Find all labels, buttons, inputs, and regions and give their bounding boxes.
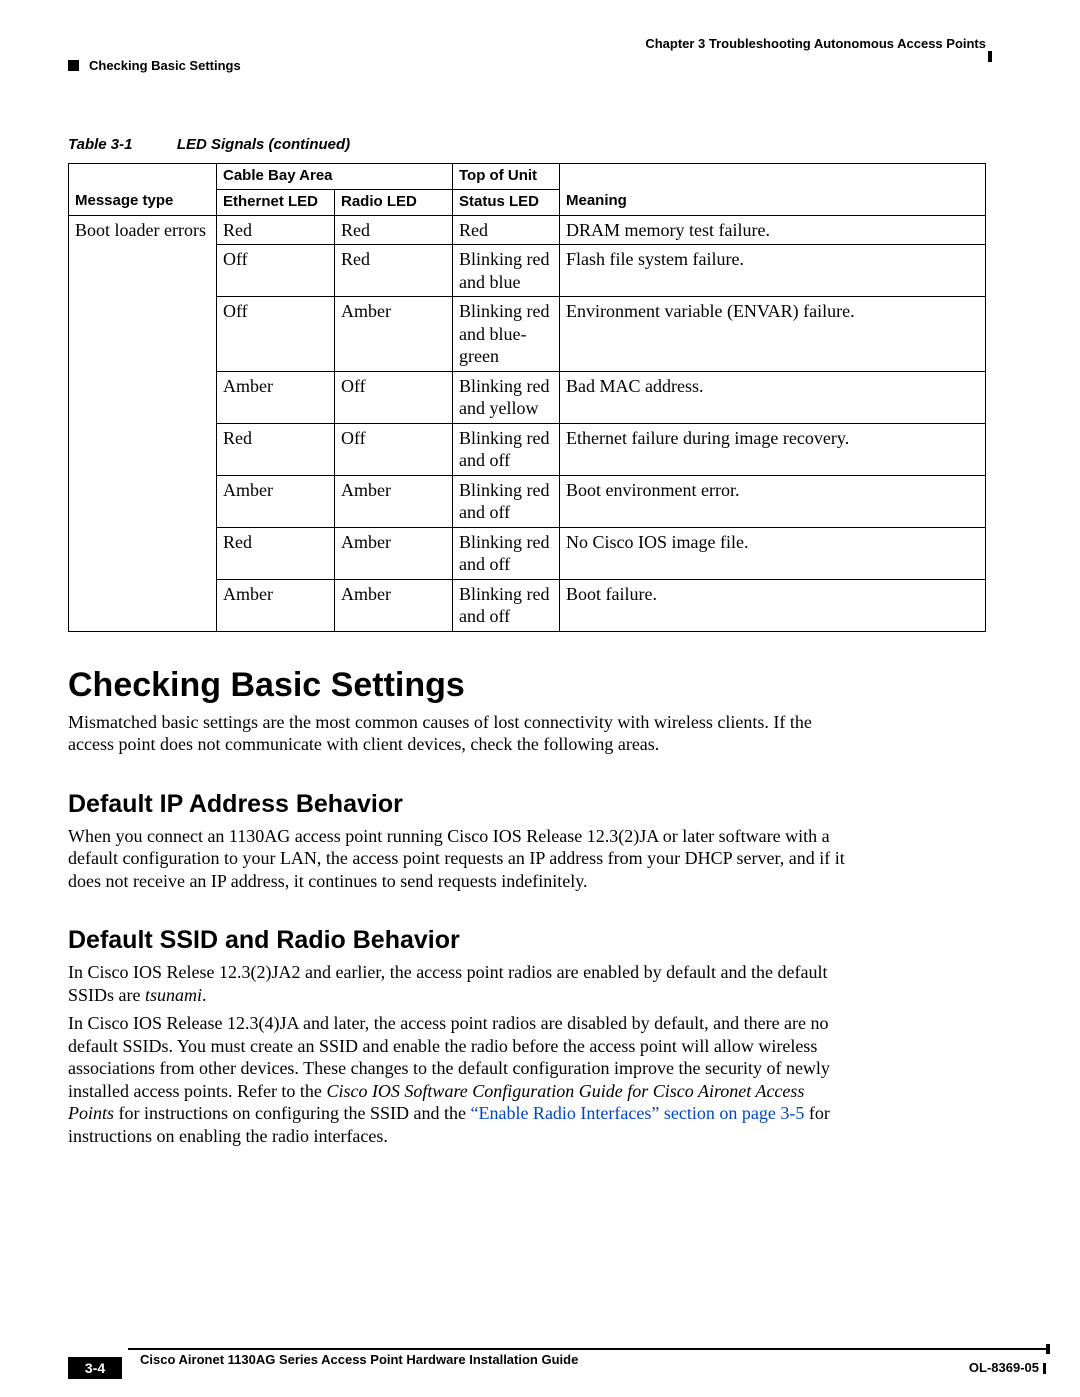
italic-tsunami: tsunami — [145, 985, 202, 1005]
link-enable-radio-interfaces[interactable]: “Enable Radio Interfaces” section on pag… — [470, 1103, 804, 1123]
cell: Amber — [335, 527, 453, 579]
cell: No Cisco IOS image file. — [560, 527, 986, 579]
cell: Blinking red and blue — [453, 245, 560, 297]
th-empty2 — [560, 164, 986, 190]
cell: Blinking red and yellow — [453, 371, 560, 423]
cell: Red — [217, 423, 335, 475]
cell: Off — [335, 423, 453, 475]
cell: Blinking red and off — [453, 527, 560, 579]
cell: Blinking red and off — [453, 579, 560, 631]
cell: Amber — [335, 579, 453, 631]
text: for instructions on configuring the SSID… — [114, 1103, 470, 1123]
intro-paragraph: Mismatched basic settings are the most c… — [68, 711, 854, 756]
th-group-top-unit: Top of Unit — [453, 164, 560, 190]
cell: Boot environment error. — [560, 475, 986, 527]
cell: Blinking red and blue-green — [453, 297, 560, 372]
ssid-paragraph-2: In Cisco IOS Release 12.3(4)JA and later… — [68, 1012, 854, 1147]
heading-default-ssid: Default SSID and Radio Behavior — [68, 926, 986, 955]
cell: Red — [217, 215, 335, 245]
cell: Red — [335, 215, 453, 245]
cell: Amber — [217, 579, 335, 631]
cell: Blinking red and off — [453, 423, 560, 475]
heading-default-ip: Default IP Address Behavior — [68, 790, 986, 819]
footer-tick-icon — [1043, 1363, 1046, 1374]
doc-number: OL-8369-05 — [969, 1360, 1046, 1375]
table-number: Table 3-1 — [68, 136, 132, 153]
cell: Environment variable (ENVAR) failure. — [560, 297, 986, 372]
cell: Red — [335, 245, 453, 297]
cell: Amber — [217, 475, 335, 527]
cell: Amber — [217, 371, 335, 423]
cell: Red — [217, 527, 335, 579]
cell: Boot failure. — [560, 579, 986, 631]
th-ethernet-led: Ethernet LED — [217, 189, 335, 215]
th-message-type: Message type — [69, 189, 217, 215]
cell: Off — [217, 297, 335, 372]
chapter-label: Chapter 3 Troubleshooting Autonomous Acc… — [645, 36, 986, 51]
cell: Amber — [335, 475, 453, 527]
page-number-box: 3-4 — [68, 1357, 122, 1379]
th-empty — [69, 164, 217, 190]
cell: Blinking red and off — [453, 475, 560, 527]
cell-message-type: Boot loader errors — [69, 215, 217, 631]
cell: DRAM memory test failure. — [560, 215, 986, 245]
cell: Flash file system failure. — [560, 245, 986, 297]
th-group-cable-bay: Cable Bay Area — [217, 164, 453, 190]
cell: Bad MAC address. — [560, 371, 986, 423]
section-label: Checking Basic Settings — [89, 58, 241, 73]
running-header: Chapter 3 Troubleshooting Autonomous Acc… — [68, 36, 986, 84]
th-radio-led: Radio LED — [335, 189, 453, 215]
table-title: LED Signals (continued) — [177, 136, 350, 153]
footer-doc-title: Cisco Aironet 1130AG Series Access Point… — [140, 1352, 1046, 1367]
ssid-paragraph-1: In Cisco IOS Relese 12.3(2)JA2 and earli… — [68, 961, 854, 1006]
square-bullet-icon — [68, 60, 79, 71]
cell: Ethernet failure during image recovery. — [560, 423, 986, 475]
cell: Amber — [335, 297, 453, 372]
table-caption: Table 3-1 LED Signals (continued) — [68, 136, 986, 153]
led-signals-table: Cable Bay Area Top of Unit Message type … — [68, 163, 986, 632]
cell: Off — [335, 371, 453, 423]
cell: Red — [453, 215, 560, 245]
text: . — [202, 985, 207, 1005]
header-rule-icon — [988, 51, 992, 62]
th-status-led: Status LED — [453, 189, 560, 215]
heading-checking-basic-settings: Checking Basic Settings — [68, 666, 986, 705]
page-footer: Cisco Aironet 1130AG Series Access Point… — [68, 1348, 1046, 1367]
footer-rule-icon — [128, 1348, 1046, 1350]
default-ip-paragraph: When you connect an 1130AG access point … — [68, 825, 854, 893]
cell: Off — [217, 245, 335, 297]
table-row: Boot loader errors Red Red Red DRAM memo… — [69, 215, 986, 245]
th-meaning: Meaning — [560, 189, 986, 215]
